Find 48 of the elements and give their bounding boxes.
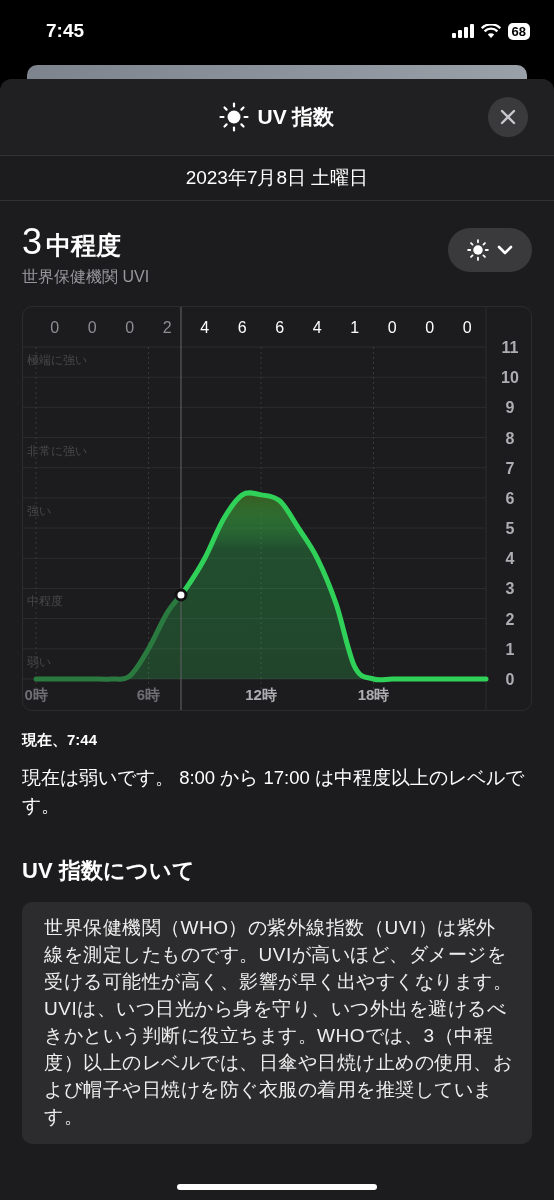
hourly-uv-value: 0: [425, 319, 435, 336]
hourly-uv-value: 0: [387, 319, 397, 336]
y-axis-label: 5: [505, 520, 515, 538]
hourly-uv-value: 0: [87, 319, 97, 336]
y-axis-label: 2: [505, 610, 515, 628]
status-time: 7:45: [46, 20, 85, 42]
x-axis-label: 0時: [24, 686, 48, 703]
signal-icon: [451, 24, 474, 38]
date-label: 2023年7月8日 土曜日: [0, 156, 554, 201]
close-button[interactable]: [488, 97, 528, 137]
y-axis-label: 8: [505, 429, 515, 447]
hourly-uv-value: 0: [125, 319, 135, 336]
hourly-uv-value: 0: [462, 319, 472, 336]
y-axis-label: 10: [501, 369, 519, 387]
close-icon: [500, 109, 516, 125]
x-axis-label: 18時: [357, 686, 390, 703]
current-time-marker[interactable]: [174, 307, 188, 710]
y-axis-label: 11: [501, 339, 519, 356]
sheet-title: UV 指数: [257, 104, 335, 130]
hourly-uv-value: 4: [312, 319, 322, 336]
source-label: 世界保健機関 UVI: [22, 267, 150, 287]
y-axis-label: 1: [505, 640, 515, 658]
y-axis-label: 6: [505, 489, 515, 507]
y-axis-label: 0: [505, 671, 515, 688]
uv-summary: 現在は弱いです。 8:00 から 17:00 は中程度以上のレベルです。: [22, 766, 525, 818]
y-axis-label: 7: [505, 459, 515, 477]
chevron-down-icon: [497, 244, 513, 255]
uv-menu-button[interactable]: [448, 227, 532, 272]
hourly-uv-value: 0: [50, 319, 60, 336]
hourly-uv-value: 6: [275, 319, 285, 336]
section-heading: UV 指数について: [22, 857, 196, 885]
hourly-uv-value: 4: [200, 319, 210, 336]
hourly-uv-value: 6: [237, 319, 247, 336]
info-text: 世界保健機関（WHO）の紫外線指数（UVI）は紫外線を測定したものです。UVIが高いほど、ダメージを受ける可能性が高く、影響が早く出やすくなります。UVIは、いつ日光から身を守り、いつ外出を避けるべきかという判断に役立ちます。WHOでは、3（中程度）以上のレベルでは、日傘や日焼け止めの使用、および帽子や日焼けを防ぐ衣服の着用を推奨しています。: [44, 916, 512, 1129]
wifi-icon: [480, 23, 501, 39]
x-axis-label: 12時: [245, 686, 277, 703]
y-axis-label: 3: [505, 580, 515, 598]
current-time-label: 現在、7:44: [22, 731, 99, 750]
uv-category: 中程度: [46, 230, 122, 261]
uv-index-value: 3: [22, 221, 43, 263]
battery-indicator: 68: [507, 22, 530, 40]
y-axis-label: 4: [505, 550, 515, 568]
y-axis-label: 9: [505, 399, 515, 417]
sun-icon: [219, 102, 250, 132]
sun-icon: [467, 238, 489, 261]
hourly-uv-value: 1: [350, 319, 360, 336]
hourly-uv-value: 2: [162, 319, 172, 336]
x-axis-label: 6時: [136, 686, 161, 703]
